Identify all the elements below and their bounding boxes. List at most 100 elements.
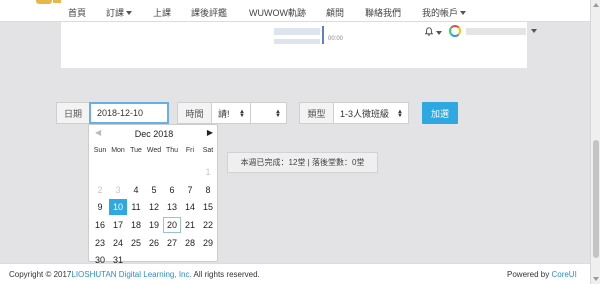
company-link[interactable]: LIOSHUTAN Digital Learning, Inc. xyxy=(71,270,191,279)
calendar-day-today[interactable]: 20 xyxy=(163,216,181,233)
calendar-empty-cell xyxy=(127,164,145,180)
calendar-day[interactable]: 24 xyxy=(109,235,127,251)
calendar-day[interactable]: 22 xyxy=(199,217,217,233)
blurred-text xyxy=(274,39,320,44)
nav-item-label: 首頁 xyxy=(68,8,87,18)
nav-item-label: WUWOW軌跡 xyxy=(249,8,306,18)
date-input[interactable]: 2018-12-10 xyxy=(89,102,169,124)
time-label: 時間 xyxy=(177,102,212,124)
type-label: 類型 xyxy=(299,102,334,124)
date-label: 日期 xyxy=(56,102,90,124)
calendar-day[interactable]: 19 xyxy=(145,217,163,233)
user-dropdown-caret-icon[interactable] xyxy=(531,29,537,33)
add-course-button[interactable]: 加選 xyxy=(422,102,458,124)
time-minute-select[interactable]: ▲ ▼ xyxy=(250,102,287,124)
logo[interactable] xyxy=(36,0,52,4)
coreui-link[interactable]: CoreUI xyxy=(551,270,576,279)
page-scrollbar[interactable] xyxy=(590,0,600,284)
chevron-down-icon xyxy=(126,10,133,15)
calendar-day[interactable]: 17 xyxy=(109,217,127,233)
weekday-label: Tue xyxy=(130,147,142,154)
calendar-day[interactable]: 23 xyxy=(91,235,109,251)
chevron-down-icon xyxy=(460,10,467,15)
date-input-value: 2018-12-10 xyxy=(97,108,144,118)
calendar-day[interactable]: 28 xyxy=(181,235,199,251)
nav-item-6[interactable]: 聯絡我們 xyxy=(365,6,401,19)
calendar-day[interactable]: 6 xyxy=(163,182,181,198)
footer: Copyright © 2017LIOSHUTAN Digital Learni… xyxy=(0,263,590,284)
calendar-day[interactable]: 9 xyxy=(91,199,109,215)
footer-powered: Powered by CoreUI xyxy=(507,270,577,279)
nav-item-2[interactable]: 上課 xyxy=(153,6,171,19)
calendar-day[interactable]: 13 xyxy=(163,199,181,215)
calendar-empty-cell xyxy=(91,164,109,180)
calendar-day[interactable]: 7 xyxy=(181,182,199,198)
calendar-empty-cell xyxy=(181,164,199,180)
next-month-icon[interactable]: ▶ xyxy=(207,128,213,137)
class-time: 00:00 xyxy=(328,36,344,42)
nav-item-3[interactable]: 課後評鑑 xyxy=(191,6,227,19)
calendar-day[interactable]: 11 xyxy=(127,199,145,215)
nav-item-label: 聯絡我們 xyxy=(365,8,402,18)
nav-item-label: 訂課 xyxy=(106,8,125,18)
calendar-day[interactable]: 14 xyxy=(181,199,199,215)
calendar-empty-cell xyxy=(109,164,127,180)
scroll-down-arrow-icon[interactable] xyxy=(593,277,599,281)
nav-item-0[interactable]: 首頁 xyxy=(68,6,86,19)
weekday-label: Sat xyxy=(202,147,214,154)
logo-fragment xyxy=(53,0,61,3)
notification-dropdown-caret-icon[interactable] xyxy=(436,31,442,35)
username-blurred[interactable] xyxy=(466,28,526,35)
calendar-day[interactable]: 3 xyxy=(109,182,127,198)
nav-item-4[interactable]: WUWOW軌跡 xyxy=(249,6,306,19)
calendar-day[interactable]: 4 xyxy=(127,182,145,198)
blurred-text xyxy=(274,28,320,35)
scroll-thumb[interactable] xyxy=(593,140,599,258)
nav-item-7[interactable]: 我的帳戶 xyxy=(422,6,467,19)
weekday-header: Sun Mon Tue Wed Thu Fri Sat xyxy=(91,147,217,154)
powered-text: Powered by xyxy=(507,270,552,279)
top-navbar: 首頁 訂課 上課 課後評鑑 WUWOW軌跡 顧問 聯絡我們 我的帳戶 xyxy=(0,0,590,22)
weekday-label: Sun xyxy=(93,147,107,154)
calendar-day[interactable]: 27 xyxy=(163,235,181,251)
calendar-day[interactable]: 18 xyxy=(127,217,145,233)
avatar[interactable] xyxy=(449,25,461,37)
calendar-week-row: 9 10 11 12 13 14 15 xyxy=(91,198,217,216)
datepicker-month-title[interactable]: Dec 2018 xyxy=(89,129,219,139)
calendar-day[interactable]: 15 xyxy=(199,199,217,215)
weekday-label: Thu xyxy=(165,147,179,154)
weekday-label: Mon xyxy=(111,147,125,154)
datepicker-header: ◀ Dec 2018 ▶ xyxy=(89,125,219,141)
calendar-day[interactable]: 26 xyxy=(145,235,163,251)
calendar-empty-cell xyxy=(163,164,181,180)
calendar-day[interactable]: 1 xyxy=(199,164,217,180)
calendar-day[interactable]: 21 xyxy=(181,217,199,233)
calendar-day[interactable]: 5 xyxy=(145,182,163,198)
datepicker-popup: ◀ Dec 2018 ▶ Sun Mon Tue Wed Thu Fri Sat 12345… xyxy=(88,124,219,265)
progress-marker xyxy=(322,26,324,44)
scroll-up-arrow-icon[interactable] xyxy=(593,3,599,7)
calendar-day-selected[interactable]: 10 xyxy=(109,199,127,216)
calendar-day[interactable]: 2 xyxy=(91,182,109,198)
calendar-day[interactable]: 12 xyxy=(145,199,163,215)
nav-item-5[interactable]: 顧問 xyxy=(326,6,344,19)
nav-item-label: 顧問 xyxy=(326,8,345,18)
select-arrows-icon: ▲ ▼ xyxy=(397,109,403,119)
time-select-value: 請! xyxy=(218,108,230,119)
nav-item-1[interactable]: 訂課 xyxy=(106,6,133,19)
calendar-week-row: 23 24 25 26 27 28 29 xyxy=(91,234,217,252)
calendar-empty-cell xyxy=(145,164,163,180)
time-select[interactable]: 請! ▲ ▼ xyxy=(211,102,251,124)
bell-icon[interactable] xyxy=(425,27,433,36)
calendar-day[interactable]: 8 xyxy=(199,182,217,198)
nav-item-label: 上課 xyxy=(153,8,172,18)
weekday-label: Wed xyxy=(146,147,162,154)
calendar-week-row: 16 17 18 19 20 21 22 xyxy=(91,216,217,234)
calendar-week-row: 2345678 xyxy=(91,181,217,199)
footer-copyright: Copyright © 2017LIOSHUTAN Digital Learni… xyxy=(9,270,260,279)
calendar-day[interactable]: 25 xyxy=(127,235,145,251)
calendar-day[interactable]: 29 xyxy=(199,235,217,251)
type-select[interactable]: 1-3人微班級 ▲ ▼ xyxy=(333,102,409,124)
calendar-day[interactable]: 16 xyxy=(91,217,109,233)
weekly-summary: 本週已完成：12堂 | 落後堂數：0堂 xyxy=(227,152,378,173)
